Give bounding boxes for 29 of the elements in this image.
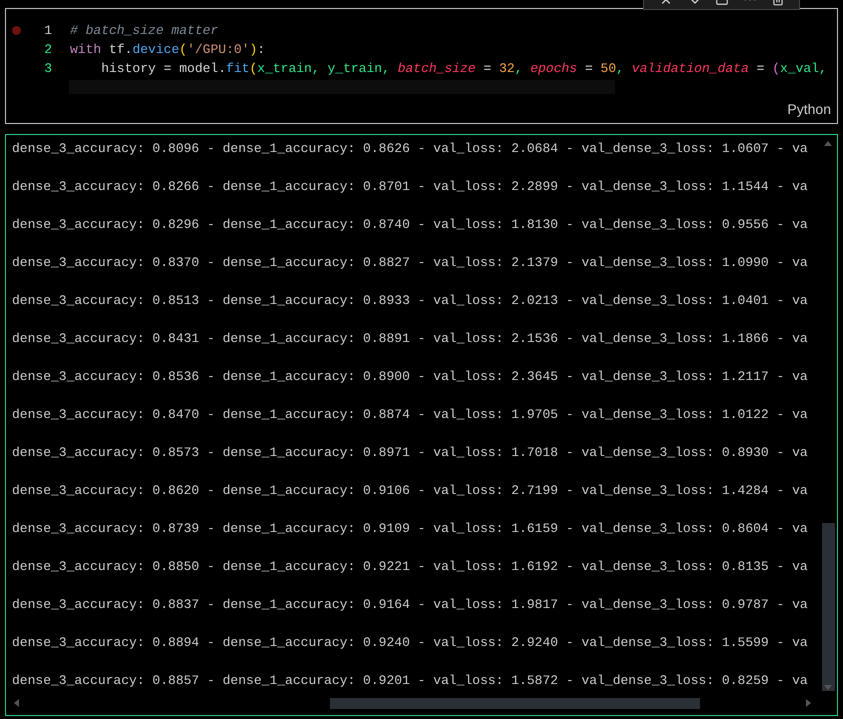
output-line: dense_3_accuracy: 0.8470 - dense_1_accuracy: 0.8874 - val_loss: 1.9705 - val_dense_3_loss: 1.0122 - va bbox=[12, 407, 808, 422]
line-number: 1 bbox=[43, 22, 52, 40]
line-number: 3 bbox=[43, 60, 52, 78]
scroll-right-icon[interactable] bbox=[806, 699, 811, 707]
code-line: # batch_size matter bbox=[70, 22, 220, 40]
output-line: dense_3_accuracy: 0.8266 - dense_1_accuracy: 0.8701 - val_loss: 2.2899 - val_dense_3_loss: 1.1544 - va bbox=[12, 179, 808, 194]
language-label[interactable]: Python bbox=[787, 99, 831, 120]
line-number: 2 bbox=[43, 40, 52, 59]
scroll-down-icon[interactable] bbox=[824, 685, 832, 690]
output-line: dense_3_accuracy: 0.8513 - dense_1_accuracy: 0.8933 - val_loss: 2.0213 - val_dense_3_loss: 1.0401 - va bbox=[12, 293, 808, 308]
output-line: dense_3_accuracy: 0.8431 - dense_1_accuracy: 0.8891 - val_loss: 2.1536 - val_dense_3_loss: 1.1866 - va bbox=[12, 331, 808, 346]
output-line: dense_3_accuracy: 0.8536 - dense_1_accuracy: 0.8900 - val_loss: 2.3645 - val_dense_3_loss: 1.2117 - va bbox=[12, 369, 808, 384]
code-line: with tf.device('/GPU:0'): bbox=[70, 40, 266, 59]
scroll-left-icon[interactable] bbox=[14, 699, 19, 707]
output-line: dense_3_accuracy: 0.8850 - dense_1_accuracy: 0.9221 - val_loss: 1.6192 - val_dense_3_loss: 0.8135 - va bbox=[12, 559, 808, 574]
scroll-up-icon[interactable] bbox=[824, 141, 832, 146]
scrollbar-thumb[interactable] bbox=[330, 698, 700, 709]
scrollbar-thumb[interactable] bbox=[822, 523, 835, 691]
code-cell[interactable]: 1 # batch_size matter 2 with tf.device('/GPU:0'): 3 history = model.fit(x_train, y_train, batch_size = 32, epochs = 50, validation_data = (x_val, Python bbox=[5, 8, 838, 124]
output-line: dense_3_accuracy: 0.8573 - dense_1_accuracy: 0.8971 - val_loss: 1.7018 - val_dense_3_loss: 0.8930 - va bbox=[12, 445, 808, 460]
output-line: dense_3_accuracy: 0.8620 - dense_1_accuracy: 0.9106 - val_loss: 2.7199 - val_dense_3_loss: 1.4284 - va bbox=[12, 483, 808, 498]
output-line: dense_3_accuracy: 0.8096 - dense_1_accuracy: 0.8626 - val_loss: 2.0684 - val_dense_3_loss: 1.0607 - va bbox=[12, 141, 808, 156]
output-line: dense_3_accuracy: 0.8894 - dense_1_accuracy: 0.9240 - val_loss: 2.9240 - val_dense_3_loss: 1.5599 - va bbox=[12, 635, 808, 650]
output-line: dense_3_accuracy: 0.8370 - dense_1_accuracy: 0.8827 - val_loss: 2.1379 - val_dense_3_loss: 1.0990 - va bbox=[12, 255, 808, 270]
code-line: history = model.fit(x_train, y_train, batch_size = 32, epochs = 50, validation_data = (x_val, bbox=[100, 60, 828, 78]
output-line: dense_3_accuracy: 0.8296 - dense_1_accuracy: 0.8740 - val_loss: 1.8130 - val_dense_3_loss: 0.9556 - va bbox=[12, 217, 808, 232]
output-line: dense_3_accuracy: 0.8837 - dense_1_accuracy: 0.9164 - val_loss: 1.9817 - val_dense_3_loss: 0.9787 - va bbox=[12, 597, 808, 612]
output-line: dense_3_accuracy: 0.8739 - dense_1_accuracy: 0.9109 - val_loss: 1.6159 - val_dense_3_loss: 0.8604 - va bbox=[12, 521, 808, 536]
output-line: dense_3_accuracy: 0.8857 - dense_1_accuracy: 0.9201 - val_loss: 1.5872 - val_dense_3_loss: 0.8259 - va bbox=[12, 673, 808, 688]
